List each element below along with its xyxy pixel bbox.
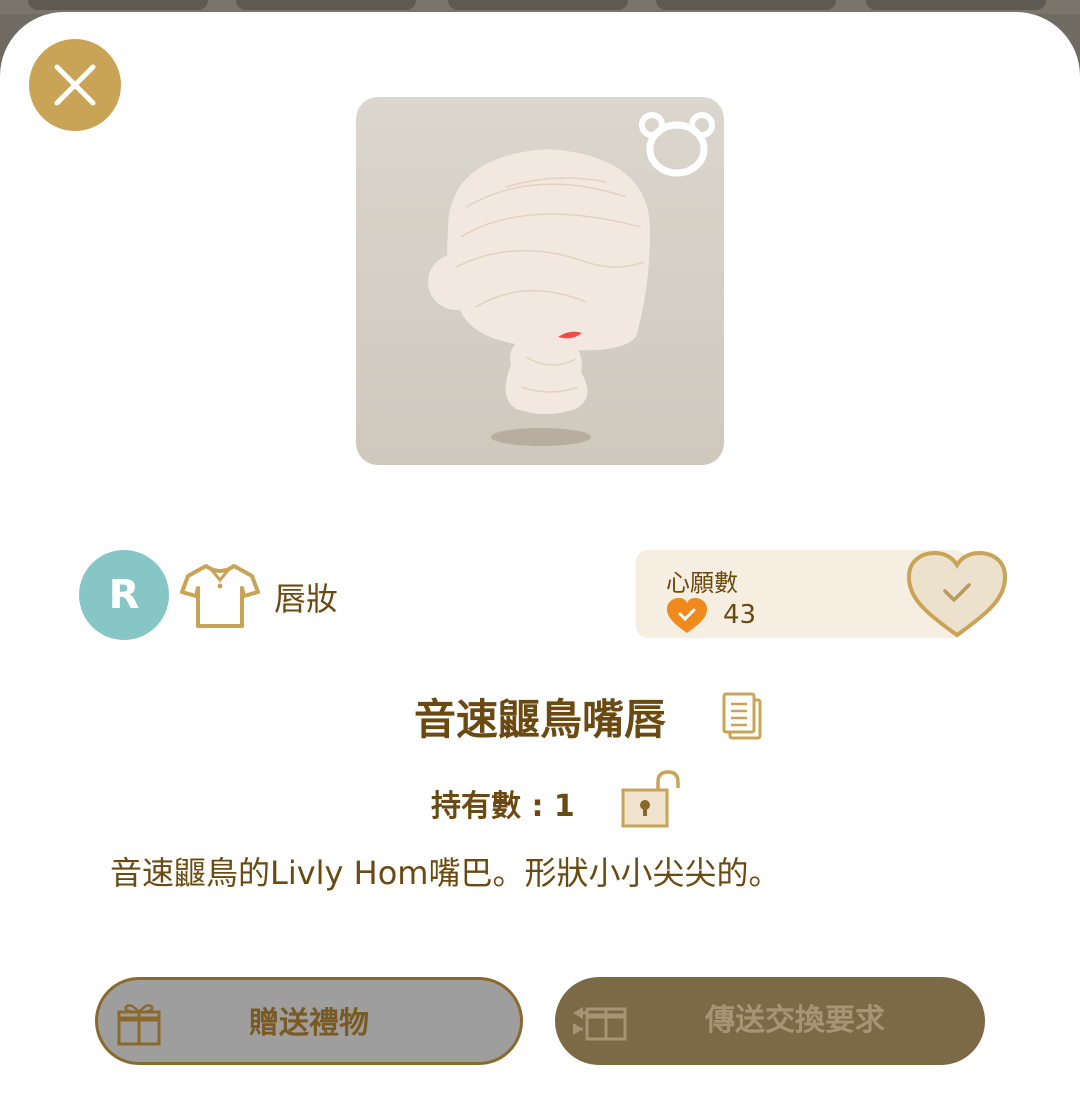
close-button[interactable]: [29, 39, 121, 131]
copy-document-icon[interactable]: [722, 692, 762, 740]
item-preview-image: [356, 97, 724, 465]
send-gift-label: 贈送禮物: [249, 1006, 369, 1041]
wishlist-count: 43: [723, 600, 757, 630]
item-description: 音速鼴鳥的Livly Hom嘴巴。形狀小小尖尖的。: [110, 854, 781, 892]
rarity-badge: R: [79, 550, 169, 640]
bear-icon: [639, 112, 715, 177]
background-tab: [866, 0, 1046, 10]
item-title: 音速鼴鳥嘴唇: [413, 695, 666, 744]
category-label: 唇妝: [274, 580, 339, 618]
background-tab: [448, 0, 628, 10]
heart-check-icon: [667, 598, 707, 633]
unlocked-icon[interactable]: [620, 770, 682, 830]
wishlist-heart-button[interactable]: [905, 549, 1009, 639]
send-trade-request-button[interactable]: 傳送交換要求: [555, 977, 985, 1065]
background-tab: [236, 0, 416, 10]
shirt-icon: [180, 564, 260, 628]
send-trade-request-label: 傳送交換要求: [705, 1003, 885, 1038]
send-gift-button[interactable]: 贈送禮物: [95, 977, 523, 1065]
background-tab: [28, 0, 208, 10]
owned-count: 持有數 : 1: [431, 789, 575, 824]
close-icon: [54, 64, 96, 106]
background-tab: [656, 0, 836, 10]
wishlist-title: 心願數: [666, 569, 738, 597]
